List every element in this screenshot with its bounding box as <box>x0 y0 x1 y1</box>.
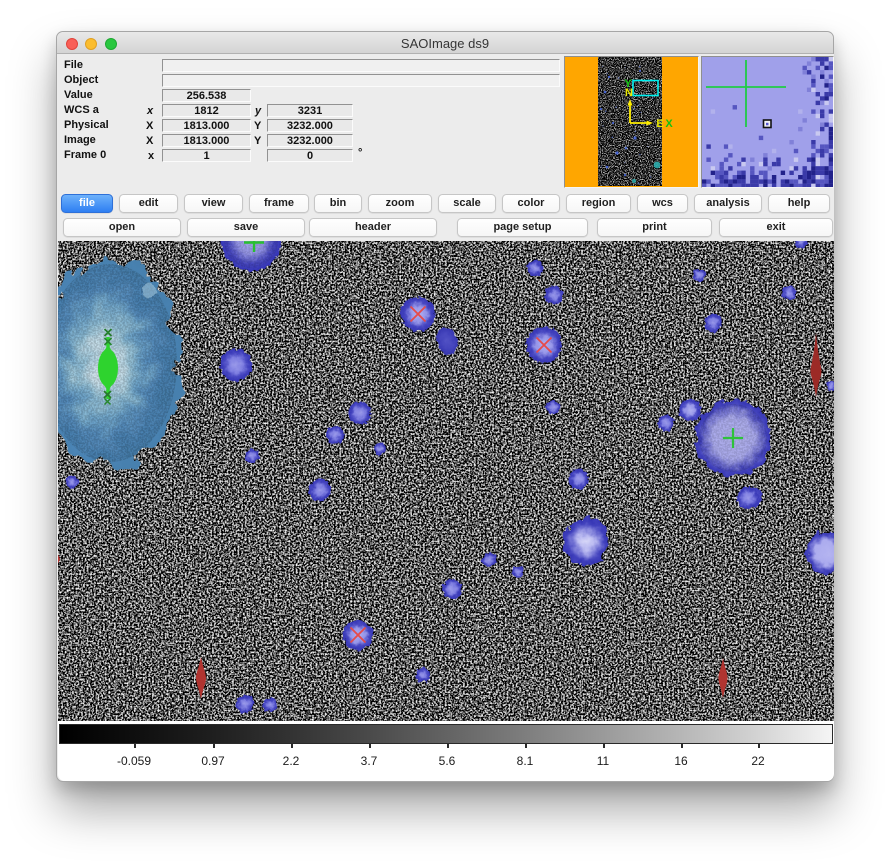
svg-text:X: X <box>665 118 673 130</box>
svg-text:Y: Y <box>624 78 632 90</box>
svg-text:E: E <box>656 118 663 130</box>
